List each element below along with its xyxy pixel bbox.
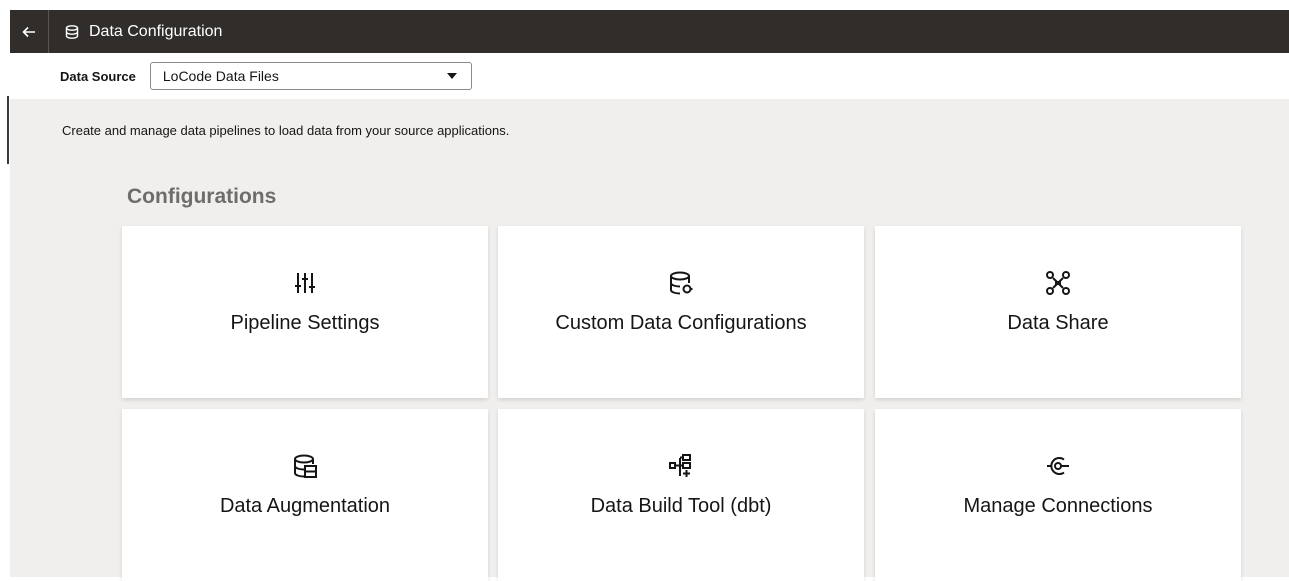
top-header: Data Configuration — [10, 10, 1289, 53]
main-content: Create and manage data pipelines to load… — [10, 99, 1289, 581]
card-custom-data-configurations[interactable]: Custom Data Configurations — [498, 226, 864, 398]
card-data-build-tool[interactable]: Data Build Tool (dbt) — [498, 409, 864, 581]
database-icon — [65, 24, 79, 39]
page-title: Data Configuration — [89, 22, 223, 40]
card-pipeline-settings[interactable]: Pipeline Settings — [122, 226, 488, 398]
card-label: Data Share — [1007, 312, 1109, 334]
page-description: Create and manage data pipelines to load… — [62, 123, 510, 138]
data-source-label: Data Source — [60, 68, 136, 84]
card-label: Manage Connections — [963, 495, 1153, 517]
data-source-select[interactable]: LoCode Data Files — [149, 62, 472, 90]
card-label: Pipeline Settings — [230, 312, 380, 334]
data-source-row: Data Source LoCode Data Files — [10, 53, 1289, 99]
back-button[interactable] — [10, 10, 49, 53]
caret-down-icon — [446, 73, 457, 79]
flow-tree-icon — [669, 454, 691, 477]
sliders-icon — [295, 273, 315, 293]
card-data-augmentation[interactable]: Data Augmentation — [122, 409, 488, 581]
left-edge-line — [7, 96, 9, 164]
database-table-icon — [294, 454, 317, 478]
card-label: Data Build Tool (dbt) — [590, 495, 772, 517]
card-label: Data Augmentation — [219, 495, 391, 517]
database-config-icon — [670, 271, 693, 295]
connection-icon — [1047, 457, 1069, 475]
arrow-left-icon — [22, 26, 35, 37]
data-source-value: LoCode Data Files — [162, 68, 279, 84]
card-data-share[interactable]: Data Share — [875, 226, 1241, 398]
card-manage-connections[interactable]: Manage Connections — [875, 409, 1241, 581]
card-label: Custom Data Configurations — [555, 312, 807, 334]
section-title: Configurations — [127, 185, 277, 208]
share-network-icon — [1046, 271, 1070, 295]
